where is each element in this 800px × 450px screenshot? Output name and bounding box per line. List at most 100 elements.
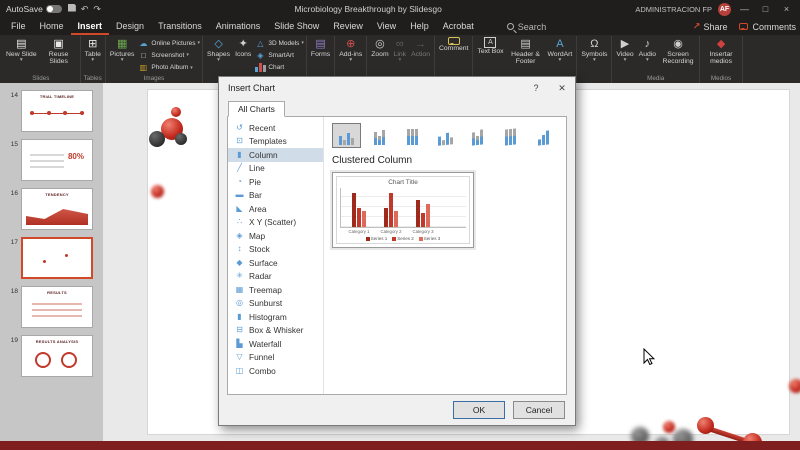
cancel-button[interactable]: Cancel (513, 401, 565, 419)
chart-type-column[interactable]: ▮ Column (228, 148, 323, 162)
subtype-3d-100%-stacked-column[interactable] (496, 123, 525, 148)
chart-type-bar[interactable]: ▬ Bar (228, 189, 323, 203)
chart-type-funnel[interactable]: ▽ Funnel (228, 351, 323, 365)
slide-thumbnail-17[interactable] (21, 237, 93, 279)
ribbon-button-video[interactable]: ▶ Video ▾ (614, 36, 635, 75)
chart-type-combo[interactable]: ◫ Combo (228, 364, 323, 378)
minimize-icon[interactable]: — (737, 4, 752, 14)
ribbon-tab-home[interactable]: Home (33, 18, 71, 35)
ribbon-button-header-footer[interactable]: ▤ Header & Footer (507, 36, 545, 75)
chart-type-waterfall[interactable]: ▙ Waterfall (228, 337, 323, 351)
slide-thumbnail-14[interactable]: TRIAL TIMELINE (21, 90, 93, 132)
ribbon-button-insertar-medios[interactable]: ◆ Insertar medios (702, 36, 740, 75)
subtype-100%-stacked-column[interactable] (398, 123, 427, 148)
ribbon-button-wordart[interactable]: A WordArt ▾ (546, 36, 575, 75)
ribbon-button-reuse-slides[interactable]: ▣ Reuse Slides (40, 36, 78, 75)
ribbon-button-action[interactable]: → Action (409, 36, 432, 75)
slide-thumbnail-16[interactable]: TENDENCY (21, 188, 93, 230)
search-box[interactable]: Search (506, 18, 546, 35)
subtype-3d-stacked-column[interactable] (463, 123, 492, 148)
share-button[interactable]: ↗ Share (693, 21, 728, 32)
chart-type-treemap[interactable]: ▦ Treemap (228, 283, 323, 297)
ribbon-tab-animations[interactable]: Animations (209, 18, 268, 35)
save-icon[interactable] (67, 3, 76, 12)
ribbon-button-pictures[interactable]: ▦ Pictures ▾ (108, 36, 137, 75)
ribbon-button-photo-album[interactable]: ▥ Photo Album ▾ (137, 63, 200, 72)
subtype-clustered-column[interactable] (332, 123, 361, 148)
chart-type-pie[interactable]: ◔ Pie (228, 175, 323, 189)
chart-type-templates[interactable]: ⊡ Templates (228, 135, 323, 149)
ribbon-button-smartart[interactable]: ◈ SmartArt (254, 51, 304, 60)
dialog-title-bar[interactable]: Insert Chart ? ✕ (219, 77, 575, 99)
chart-type-box-whisker[interactable]: ⊟ Box & Whisker (228, 324, 323, 338)
chart-type-stock[interactable]: ↕ Stock (228, 243, 323, 257)
ribbon-button-table[interactable]: ⊞ Table ▾ (83, 36, 103, 75)
ribbon-tab-acrobat[interactable]: Acrobat (436, 18, 481, 35)
subtype-3d-column[interactable] (529, 123, 558, 148)
tab-all-charts[interactable]: All Charts (228, 101, 285, 117)
icons-icon: ✦ (238, 37, 248, 50)
redo-icon[interactable]: ↷ (93, 4, 101, 15)
chart-type-map[interactable]: ◈ Map (228, 229, 323, 243)
ribbon-button-shapes[interactable]: ◇ Shapes ▾ (205, 36, 232, 75)
ribbon-button-forms[interactable]: ▤ Forms (309, 36, 332, 75)
comments-button[interactable]: Comments (739, 22, 796, 32)
slide-thumbnail-19[interactable]: RESULTS ANALYSIS (21, 335, 93, 377)
ribbon-button-link[interactable]: ∞ Link ▾ (392, 36, 408, 75)
chart-type-area[interactable]: ◣ Area (228, 202, 323, 216)
chart-type-sunburst[interactable]: ◎ Sunburst (228, 297, 323, 311)
ribbon-button-audio[interactable]: ♪ Audio ▾ (637, 36, 658, 75)
ribbon-button-comment[interactable]: Comment (437, 36, 470, 75)
ribbon-button-chart[interactable]: Chart (254, 63, 304, 73)
ribbon-button-text-box[interactable]: A Text Box (475, 36, 505, 75)
ribbon-button-symbols[interactable]: Ω Symbols ▾ (579, 36, 609, 75)
ribbon-tab-slide-show[interactable]: Slide Show (267, 18, 326, 35)
ribbon-tab-view[interactable]: View (370, 18, 403, 35)
autosave-toggle[interactable]: AutoSave (6, 4, 62, 14)
ok-button[interactable]: OK (453, 401, 505, 419)
chart-type-surface[interactable]: ◆ Surface (228, 256, 323, 270)
sunburst-icon: ◎ (236, 298, 243, 307)
chart-type-x-y-scatter[interactable]: ∴ X Y (Scatter) (228, 216, 323, 230)
ribbon-tab-design[interactable]: Design (109, 18, 151, 35)
dialog-help-icon[interactable]: ? (523, 77, 549, 99)
chart-type-line[interactable]: ╱ Line (228, 162, 323, 176)
ribbon-button-3d-models[interactable]: △ 3D Models ▾ (254, 39, 304, 48)
recent-icon: ↺ (236, 122, 243, 132)
3d-models-icon: △ (257, 38, 264, 48)
undo-icon[interactable]: ↶ (81, 4, 89, 15)
slide-thumbnail-18[interactable]: RESULTS (21, 286, 93, 328)
chevron-down-icon: ▾ (19, 57, 23, 64)
ribbon-button-new-slide[interactable]: ▤ New Slide ▾ (4, 36, 39, 75)
ribbon-tab-file[interactable]: File (4, 18, 33, 35)
chart-type-label: Area (249, 203, 267, 214)
chevron-down-icon: ▾ (623, 57, 627, 64)
ribbon-button-zoom[interactable]: ◎ Zoom (369, 36, 390, 75)
chevron-down-icon: ▾ (592, 57, 596, 64)
ribbon-group-images: ▦ Pictures ▾ ☁ Online Pictures ▾ □ Screenshot ▾ ▥… (106, 36, 204, 83)
subtype-stacked-column[interactable] (365, 123, 394, 148)
chart-type-radar[interactable]: ✳ Radar (228, 270, 323, 284)
ribbon-tab-review[interactable]: Review (326, 18, 370, 35)
chart-type-label: Waterfall (249, 338, 282, 349)
ribbon-button-online-pictures[interactable]: ☁ Online Pictures ▾ (137, 39, 200, 48)
comments-label: Comments (752, 21, 796, 32)
button-label: Action (411, 51, 430, 58)
ribbon-button-screen-recording[interactable]: ◉ Screen Recording (659, 36, 697, 75)
close-icon[interactable]: × (779, 4, 794, 14)
slide-thumbnail-15[interactable]: 80% (21, 139, 93, 181)
chart-preview[interactable]: Chart Title Category 1 Category 2 Category… (332, 172, 474, 248)
restore-icon[interactable]: □ (758, 4, 773, 14)
button-label: Photo Album (151, 64, 189, 72)
ribbon-button-add-ins[interactable]: ⊕ Add-ins ▾ (337, 36, 364, 75)
ribbon-button-icons[interactable]: ✦ Icons (233, 36, 253, 75)
chart-type-histogram[interactable]: ▮ Histogram (228, 310, 323, 324)
subtype-3d-clustered-column[interactable] (431, 123, 460, 148)
chart-type-recent[interactable]: ↺ Recent (228, 121, 323, 135)
ribbon-button-screenshot[interactable]: □ Screenshot ▾ (137, 51, 200, 60)
avatar[interactable]: AF (718, 2, 731, 16)
ribbon-tab-insert[interactable]: Insert (70, 18, 110, 35)
dialog-close-icon[interactable]: ✕ (549, 77, 575, 99)
ribbon-tab-help[interactable]: Help (403, 18, 436, 35)
ribbon-tab-transitions[interactable]: Transitions (151, 18, 209, 35)
